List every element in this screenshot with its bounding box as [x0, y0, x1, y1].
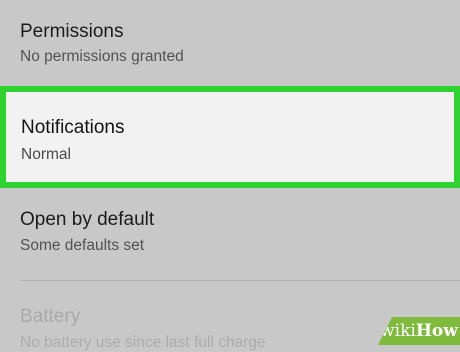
- wikihow-watermark-logo: wikiHow: [378, 317, 460, 345]
- settings-item-subtitle: Normal: [21, 146, 71, 163]
- settings-item-subtitle: No battery use since last full charge: [20, 334, 266, 351]
- settings-item-open-by-default[interactable]: Open by default Some defaults set: [0, 190, 460, 280]
- watermark-suffix: How: [415, 321, 458, 341]
- app-settings-list: Permissions No permissions granted Notif…: [0, 0, 460, 351]
- settings-item-subtitle: Some defaults set: [20, 237, 145, 254]
- settings-item-title: Open by default: [20, 209, 155, 230]
- settings-item-title: Permissions: [20, 21, 124, 42]
- settings-item-title: Battery: [20, 306, 81, 327]
- settings-item-title: Notifications: [21, 117, 125, 138]
- settings-item-permissions[interactable]: Permissions No permissions granted: [0, 0, 460, 82]
- list-divider: [20, 280, 460, 281]
- settings-item-subtitle: No permissions granted: [20, 48, 184, 65]
- settings-item-notifications[interactable]: Notifications Normal: [0, 86, 460, 188]
